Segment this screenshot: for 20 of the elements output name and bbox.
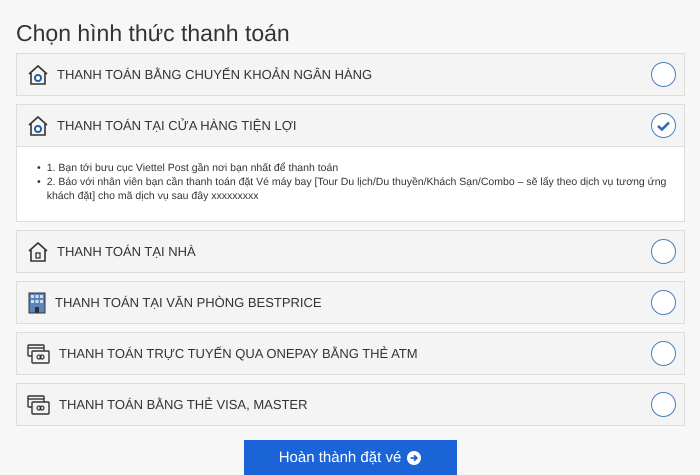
house-icon — [27, 240, 49, 262]
radio-button[interactable] — [651, 392, 676, 417]
radio-button[interactable] — [651, 239, 676, 264]
bullet: • — [37, 175, 41, 190]
arrow-right-icon — [407, 451, 422, 465]
cards-icon — [27, 394, 51, 414]
radio-button[interactable] — [651, 341, 676, 366]
radio-button[interactable] — [651, 62, 676, 87]
house-coin-icon — [27, 64, 49, 86]
complete-booking-button[interactable]: Hoàn thành đặt vé — [244, 440, 456, 475]
house-coin-icon — [27, 114, 49, 136]
cards-icon — [27, 344, 51, 364]
check-icon — [657, 120, 670, 130]
instruction-step: 2. Báo với nhân viên bạn cần thanh toán đặt Vé máy bay [Tour Du lịch/Du thuyền/Khách Sạn/Combo – sẽ lấy theo dịch vụ tương ứng khách đặt] cho mã dịch vụ sau đây xxxxxxxxx — [46, 175, 674, 203]
radio-button[interactable] — [651, 290, 676, 315]
instruction-step: 1. Bạn tới bưu cục Viettel Post gần nơi bạn nhất để thanh toán — [46, 161, 338, 175]
checked-radio[interactable] — [651, 113, 676, 138]
building-icon — [27, 292, 47, 314]
page-title: Chọn hình thức thanh toán — [16, 19, 291, 48]
bullet: • — [37, 161, 41, 175]
